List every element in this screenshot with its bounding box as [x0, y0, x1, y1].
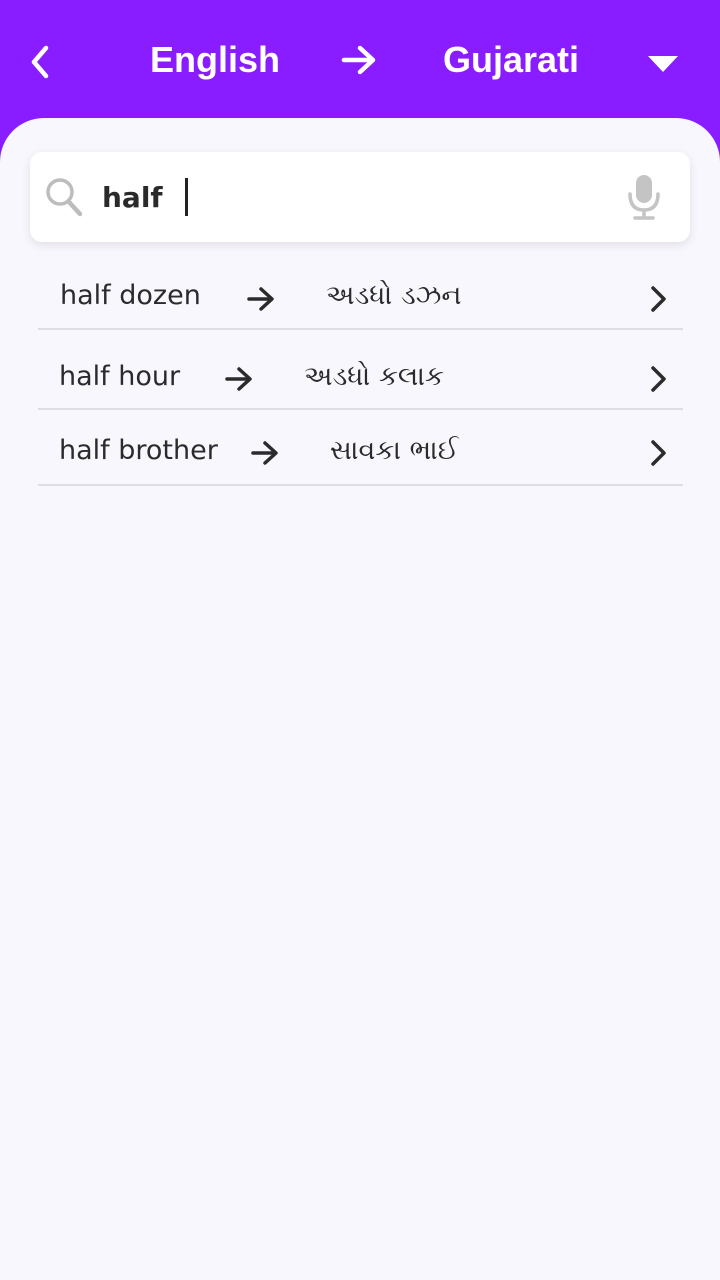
chevron-left-icon [31, 45, 49, 79]
caret-down-icon [648, 56, 678, 72]
list-item[interactable]: half hour અડધો કલાક [38, 330, 683, 410]
arrow-right-icon [225, 367, 252, 391]
back-button[interactable] [22, 42, 58, 82]
chevron-right-icon [651, 286, 666, 312]
arrow-right-icon [251, 441, 278, 465]
chevron-right-icon [651, 440, 666, 466]
english-phrase: half hour [59, 361, 181, 392]
microphone-icon[interactable] [624, 172, 664, 222]
search-icon [46, 178, 83, 217]
arrow-right-icon [247, 287, 274, 311]
source-language-label[interactable]: English [140, 36, 290, 84]
main-content: half dozen અડધો ડઝન half hour અડધો કલાક … [0, 118, 720, 1280]
gujarati-translation: સાવકા ભાઈ [330, 435, 459, 466]
text-cursor [185, 178, 188, 216]
language-dropdown-button[interactable] [640, 44, 686, 84]
english-phrase: half dozen [60, 280, 201, 311]
search-bar[interactable] [30, 152, 690, 242]
target-language-label[interactable]: Gujarati [430, 36, 592, 84]
gujarati-translation: અડધો કલાક [304, 361, 444, 392]
list-item[interactable]: half brother સાવકા ભાઈ [38, 410, 683, 486]
english-phrase: half brother [59, 435, 218, 466]
gujarati-translation: અડધો ડઝન [326, 280, 462, 311]
arrow-right-icon [341, 45, 376, 75]
search-input[interactable] [102, 172, 622, 222]
language-direction [338, 40, 380, 80]
chevron-right-icon [651, 366, 666, 392]
app-header: English Gujarati [0, 0, 720, 130]
list-item[interactable]: half dozen અડધો ડઝન [38, 258, 683, 330]
